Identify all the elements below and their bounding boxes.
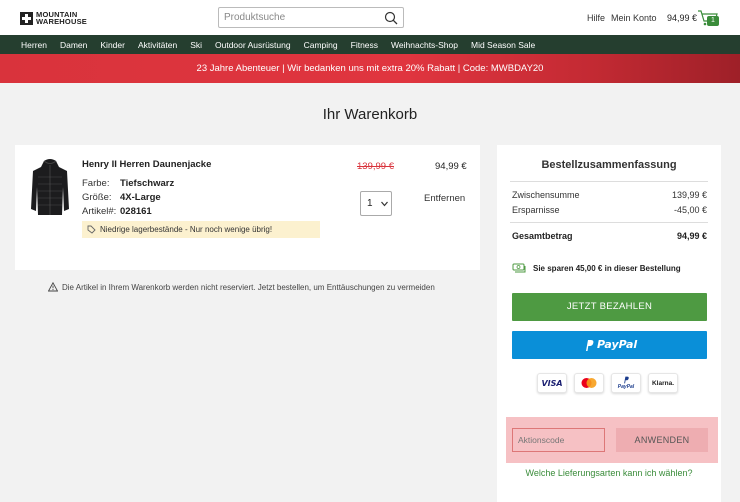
search-icon[interactable]	[384, 11, 398, 25]
chevron-down-icon	[381, 201, 388, 207]
mastercard-badge	[574, 373, 604, 393]
subtotal-row: Zwischensumme 139,99 €	[512, 190, 707, 200]
paypal-button[interactable]: PayPal	[512, 331, 707, 359]
mastercard-icon	[581, 378, 597, 388]
quantity-select[interactable]: 1	[360, 191, 392, 216]
main-nav: Herren Damen Kinder Aktivitäten Ski Outd…	[0, 35, 740, 54]
low-stock-notice: Niedrige lagerbestände - Nur noch wenige…	[82, 221, 320, 238]
logo-text: MOUNTAIN WAREHOUSE	[36, 10, 87, 26]
nav-item-herren[interactable]: Herren	[21, 40, 47, 50]
nav-item-damen[interactable]: Damen	[60, 40, 87, 50]
tag-icon	[87, 225, 96, 234]
remove-item-link[interactable]: Entfernen	[424, 193, 465, 204]
paypal-small-icon	[624, 376, 629, 384]
payment-methods: VISA PayPal Klarna.	[537, 373, 685, 393]
total-row: Gesamtbetrag 94,99 €	[512, 231, 707, 241]
site-header: MOUNTAIN WAREHOUSE Hilfe Mein Konto 94,9…	[0, 0, 740, 35]
cart-count-badge[interactable]: 1	[707, 16, 719, 26]
original-price: 139,99 €	[357, 161, 394, 172]
product-name[interactable]: Henry II Herren Daunenjacke	[82, 159, 211, 170]
account-link[interactable]: Mein Konto	[611, 13, 657, 23]
product-image[interactable]	[29, 157, 71, 219]
nav-item-ski[interactable]: Ski	[190, 40, 202, 50]
search-input[interactable]	[219, 8, 379, 27]
summary-divider	[510, 222, 708, 223]
coupon-section: ANWENDEN	[506, 417, 718, 463]
savings-row: Ersparnisse -45,00 €	[512, 205, 707, 215]
search-box	[218, 7, 404, 28]
nav-item-outdoor[interactable]: Outdoor Ausrüstung	[215, 40, 291, 50]
paypal-logo: PayPal	[584, 338, 637, 351]
order-summary: Bestellzusammenfassung Zwischensumme 139…	[497, 145, 721, 502]
warning-icon	[48, 282, 58, 292]
nav-item-fitness[interactable]: Fitness	[351, 40, 378, 50]
nav-item-aktivitaeten[interactable]: Aktivitäten	[138, 40, 177, 50]
summary-title: Bestellzusammenfassung	[541, 159, 677, 171]
klarna-badge: Klarna.	[648, 373, 678, 393]
summary-divider	[510, 181, 708, 182]
apply-coupon-button[interactable]: ANWENDEN	[616, 428, 708, 452]
nav-item-weihnachts-shop[interactable]: Weihnachts-Shop	[391, 40, 458, 50]
cart-item-card: Henry II Herren Daunenjacke Farbe: Tiefs…	[15, 145, 480, 270]
nav-item-kinder[interactable]: Kinder	[100, 40, 125, 50]
paypal-badge: PayPal	[611, 373, 641, 393]
logo-cross-icon	[20, 11, 33, 25]
visa-badge: VISA	[537, 373, 567, 393]
mountain-warehouse-logo[interactable]: MOUNTAIN WAREHOUSE	[20, 11, 87, 25]
paypal-icon	[586, 340, 594, 351]
product-color: Farbe: Tiefschwarz	[82, 178, 175, 189]
quantity-value: 1	[367, 198, 373, 209]
header-cart-total[interactable]: 94,99 €	[667, 13, 697, 23]
nav-item-mid-season-sale[interactable]: Mid Season Sale	[471, 40, 535, 50]
checkout-button[interactable]: JETZT BEZAHLEN	[512, 293, 707, 321]
product-article-number: Artikel#: 028161	[82, 206, 152, 217]
nav-item-camping[interactable]: Camping	[304, 40, 338, 50]
reservation-notice: Die Artikel in Ihrem Warenkorb werden ni…	[48, 282, 435, 292]
delivery-options-link[interactable]: Welche Lieferungsarten kann ich wählen?	[497, 468, 721, 478]
money-savings-icon	[512, 263, 526, 273]
product-size: Größe: 4X-Large	[82, 192, 161, 203]
sale-price: 94,99 €	[435, 161, 467, 172]
promo-code-input[interactable]	[512, 428, 605, 452]
savings-note: Sie sparen 45,00 € in dieser Bestellung	[512, 263, 681, 273]
promo-banner[interactable]: 23 Jahre Abenteuer | Wir bedanken uns mi…	[0, 54, 740, 83]
page-title: Ihr Warenkorb	[322, 106, 418, 123]
help-link[interactable]: Hilfe	[587, 13, 605, 23]
